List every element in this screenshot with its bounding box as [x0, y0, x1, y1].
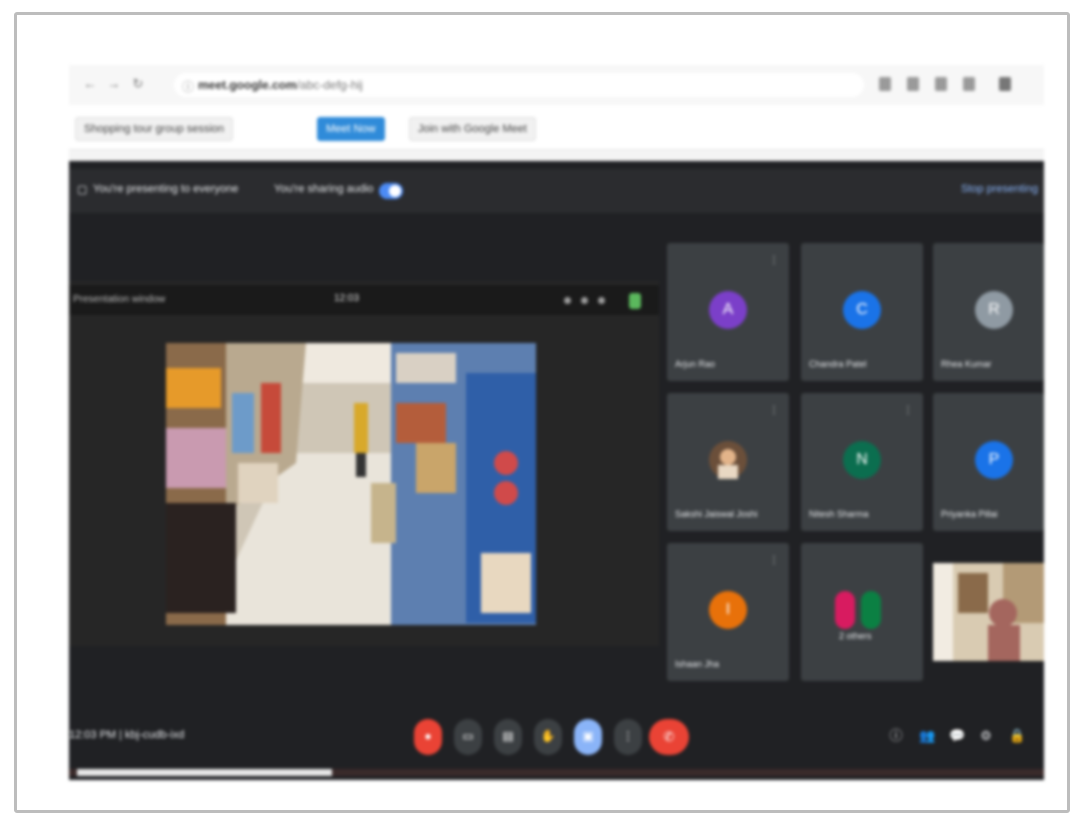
- bookmark-item-active[interactable]: Meet Now: [317, 117, 385, 141]
- participant-name: Priyanka Pillai: [941, 509, 998, 519]
- presenting-label: You're presenting to everyone: [93, 183, 239, 195]
- meet-window: ▢ You're presenting to everyone You're s…: [69, 161, 1044, 780]
- participant-tile[interactable]: ⋮ A Arjun Rao: [667, 243, 789, 381]
- participant-name: Nitesh Sharma: [809, 509, 869, 519]
- present-icon: ▣: [582, 729, 594, 743]
- participant-tile[interactable]: R Rhea Kumar: [933, 243, 1044, 381]
- profile-photo-icon: [709, 441, 747, 479]
- dot-icon: [564, 297, 571, 304]
- dot-icon: [598, 297, 605, 304]
- lock-icon[interactable]: 🔒: [1009, 729, 1025, 743]
- dot-icon: [581, 297, 588, 304]
- store-aisle-image: [166, 343, 536, 625]
- meeting-info: 12:03 PM | kbj-cudb-ixd: [69, 729, 185, 741]
- menu-icon[interactable]: [999, 77, 1011, 91]
- avatar: R: [975, 291, 1013, 329]
- raise-hand-icon: ✋: [540, 729, 556, 743]
- laptop-screen: ← → ↻ ⓘ meet.google.com/abc-defg-hij Sho…: [69, 65, 1044, 780]
- avatar: A: [709, 291, 747, 329]
- audio-toggle[interactable]: [379, 183, 403, 199]
- taskbar-segment: [77, 769, 332, 776]
- url-path: /abc-defg-hij: [296, 78, 363, 92]
- photo-frame: ← → ↻ ⓘ meet.google.com/abc-defg-hij Sho…: [14, 12, 1070, 813]
- more-vert-icon[interactable]: ⋮: [769, 255, 779, 266]
- more-vert-icon[interactable]: ⋮: [903, 405, 913, 416]
- participant-grid: ⋮ A Arjun Rao C Chandra Patel R Rhea Kum…: [667, 243, 1044, 683]
- participant-name: Rhea Kumar: [941, 359, 992, 369]
- meet-control-bar: 12:03 PM | kbj-cudb-ixd ● ▭ ▤ ✋ ▣ ⋮ ✆ ⓘ …: [69, 701, 1044, 776]
- microphone-icon: ●: [424, 729, 432, 743]
- share-title: Presentation window: [73, 294, 166, 305]
- participant-tile[interactable]: ⋮ Sakshi Jaiswal Joshi: [667, 393, 789, 531]
- url-text: meet.google.com/abc-defg-hij: [198, 78, 363, 92]
- presentation-icon: ▢: [77, 184, 88, 196]
- more-vert-icon[interactable]: ⋮: [769, 555, 779, 566]
- info-icon[interactable]: ⓘ: [889, 729, 903, 743]
- extension-icon[interactable]: [879, 77, 891, 91]
- url-host: meet.google.com: [198, 78, 297, 92]
- mini-avatar: [861, 591, 881, 629]
- shared-store-video: [166, 343, 536, 625]
- screen-share-panel: Presentation window 12:03: [69, 281, 659, 646]
- address-bar[interactable]: ⓘ meet.google.com/abc-defg-hij: [174, 73, 864, 97]
- info-icon[interactable]: ⓘ: [182, 78, 194, 95]
- participant-tile-others[interactable]: 2 others: [801, 543, 923, 681]
- camera-icon: ▭: [462, 729, 474, 743]
- more-vert-icon[interactable]: ⋮: [769, 405, 779, 416]
- participant-tile[interactable]: ⋮ N Nitesh Sharma: [801, 393, 923, 531]
- chat-icon[interactable]: 💬: [949, 729, 965, 743]
- participant-tile[interactable]: C Chandra Patel: [801, 243, 923, 381]
- end-call-icon: ✆: [663, 729, 675, 744]
- avatar-photo: [709, 441, 747, 479]
- reload-icon[interactable]: ↻: [131, 77, 145, 91]
- present-button[interactable]: ▣: [574, 719, 602, 755]
- extension-icon[interactable]: [935, 77, 947, 91]
- end-call-button[interactable]: ✆: [649, 719, 689, 755]
- more-vert-icon: ⋮: [622, 729, 634, 743]
- extension-icon[interactable]: [963, 77, 975, 91]
- system-taskbar: [69, 769, 1044, 776]
- captions-icon: ▤: [502, 729, 514, 743]
- captions-button[interactable]: ▤: [494, 719, 522, 755]
- self-video-image: [933, 563, 1044, 661]
- participant-name: Ishaan Jha: [675, 659, 720, 669]
- more-options-button[interactable]: ⋮: [614, 719, 642, 755]
- raise-hand-button[interactable]: ✋: [534, 719, 562, 755]
- back-arrow-icon[interactable]: ←: [83, 77, 97, 91]
- battery-icon: [629, 293, 641, 309]
- avatar: N: [843, 441, 881, 479]
- bookmark-bar: Shopping tour group session Meet Now Joi…: [69, 105, 1044, 150]
- bookmark-item[interactable]: Shopping tour group session: [75, 117, 234, 141]
- meet-top-bar: ▢ You're presenting to everyone You're s…: [69, 169, 1044, 213]
- share-time: 12:03: [334, 293, 360, 304]
- mic-off-button[interactable]: ●: [414, 719, 442, 755]
- audio-share-label: You're sharing audio: [274, 183, 374, 195]
- participant-tile[interactable]: ⋮ I Ishaan Jha: [667, 543, 789, 681]
- participant-name: Sakshi Jaiswal Joshi: [675, 509, 758, 519]
- camera-button[interactable]: ▭: [454, 719, 482, 755]
- share-header: Presentation window 12:03: [69, 285, 659, 315]
- forward-arrow-icon[interactable]: →: [107, 77, 121, 91]
- browser-toolbar: ← → ↻ ⓘ meet.google.com/abc-defg-hij: [69, 65, 1044, 106]
- avatar: P: [975, 441, 1013, 479]
- participant-name: Chandra Patel: [809, 359, 867, 369]
- stop-presenting-link[interactable]: Stop presenting: [961, 183, 1038, 195]
- self-video-tile[interactable]: [933, 563, 1044, 661]
- participant-tile[interactable]: P Priyanka Pillai: [933, 393, 1044, 531]
- people-icon[interactable]: 👥: [919, 729, 935, 743]
- activities-icon[interactable]: ⚙: [979, 729, 993, 743]
- avatar: I: [709, 591, 747, 629]
- bookmark-item[interactable]: Join with Google Meet: [409, 117, 536, 141]
- mini-avatar: [835, 591, 855, 629]
- avatar: C: [843, 291, 881, 329]
- extension-icon[interactable]: [907, 77, 919, 91]
- participant-name: Arjun Rao: [675, 359, 716, 369]
